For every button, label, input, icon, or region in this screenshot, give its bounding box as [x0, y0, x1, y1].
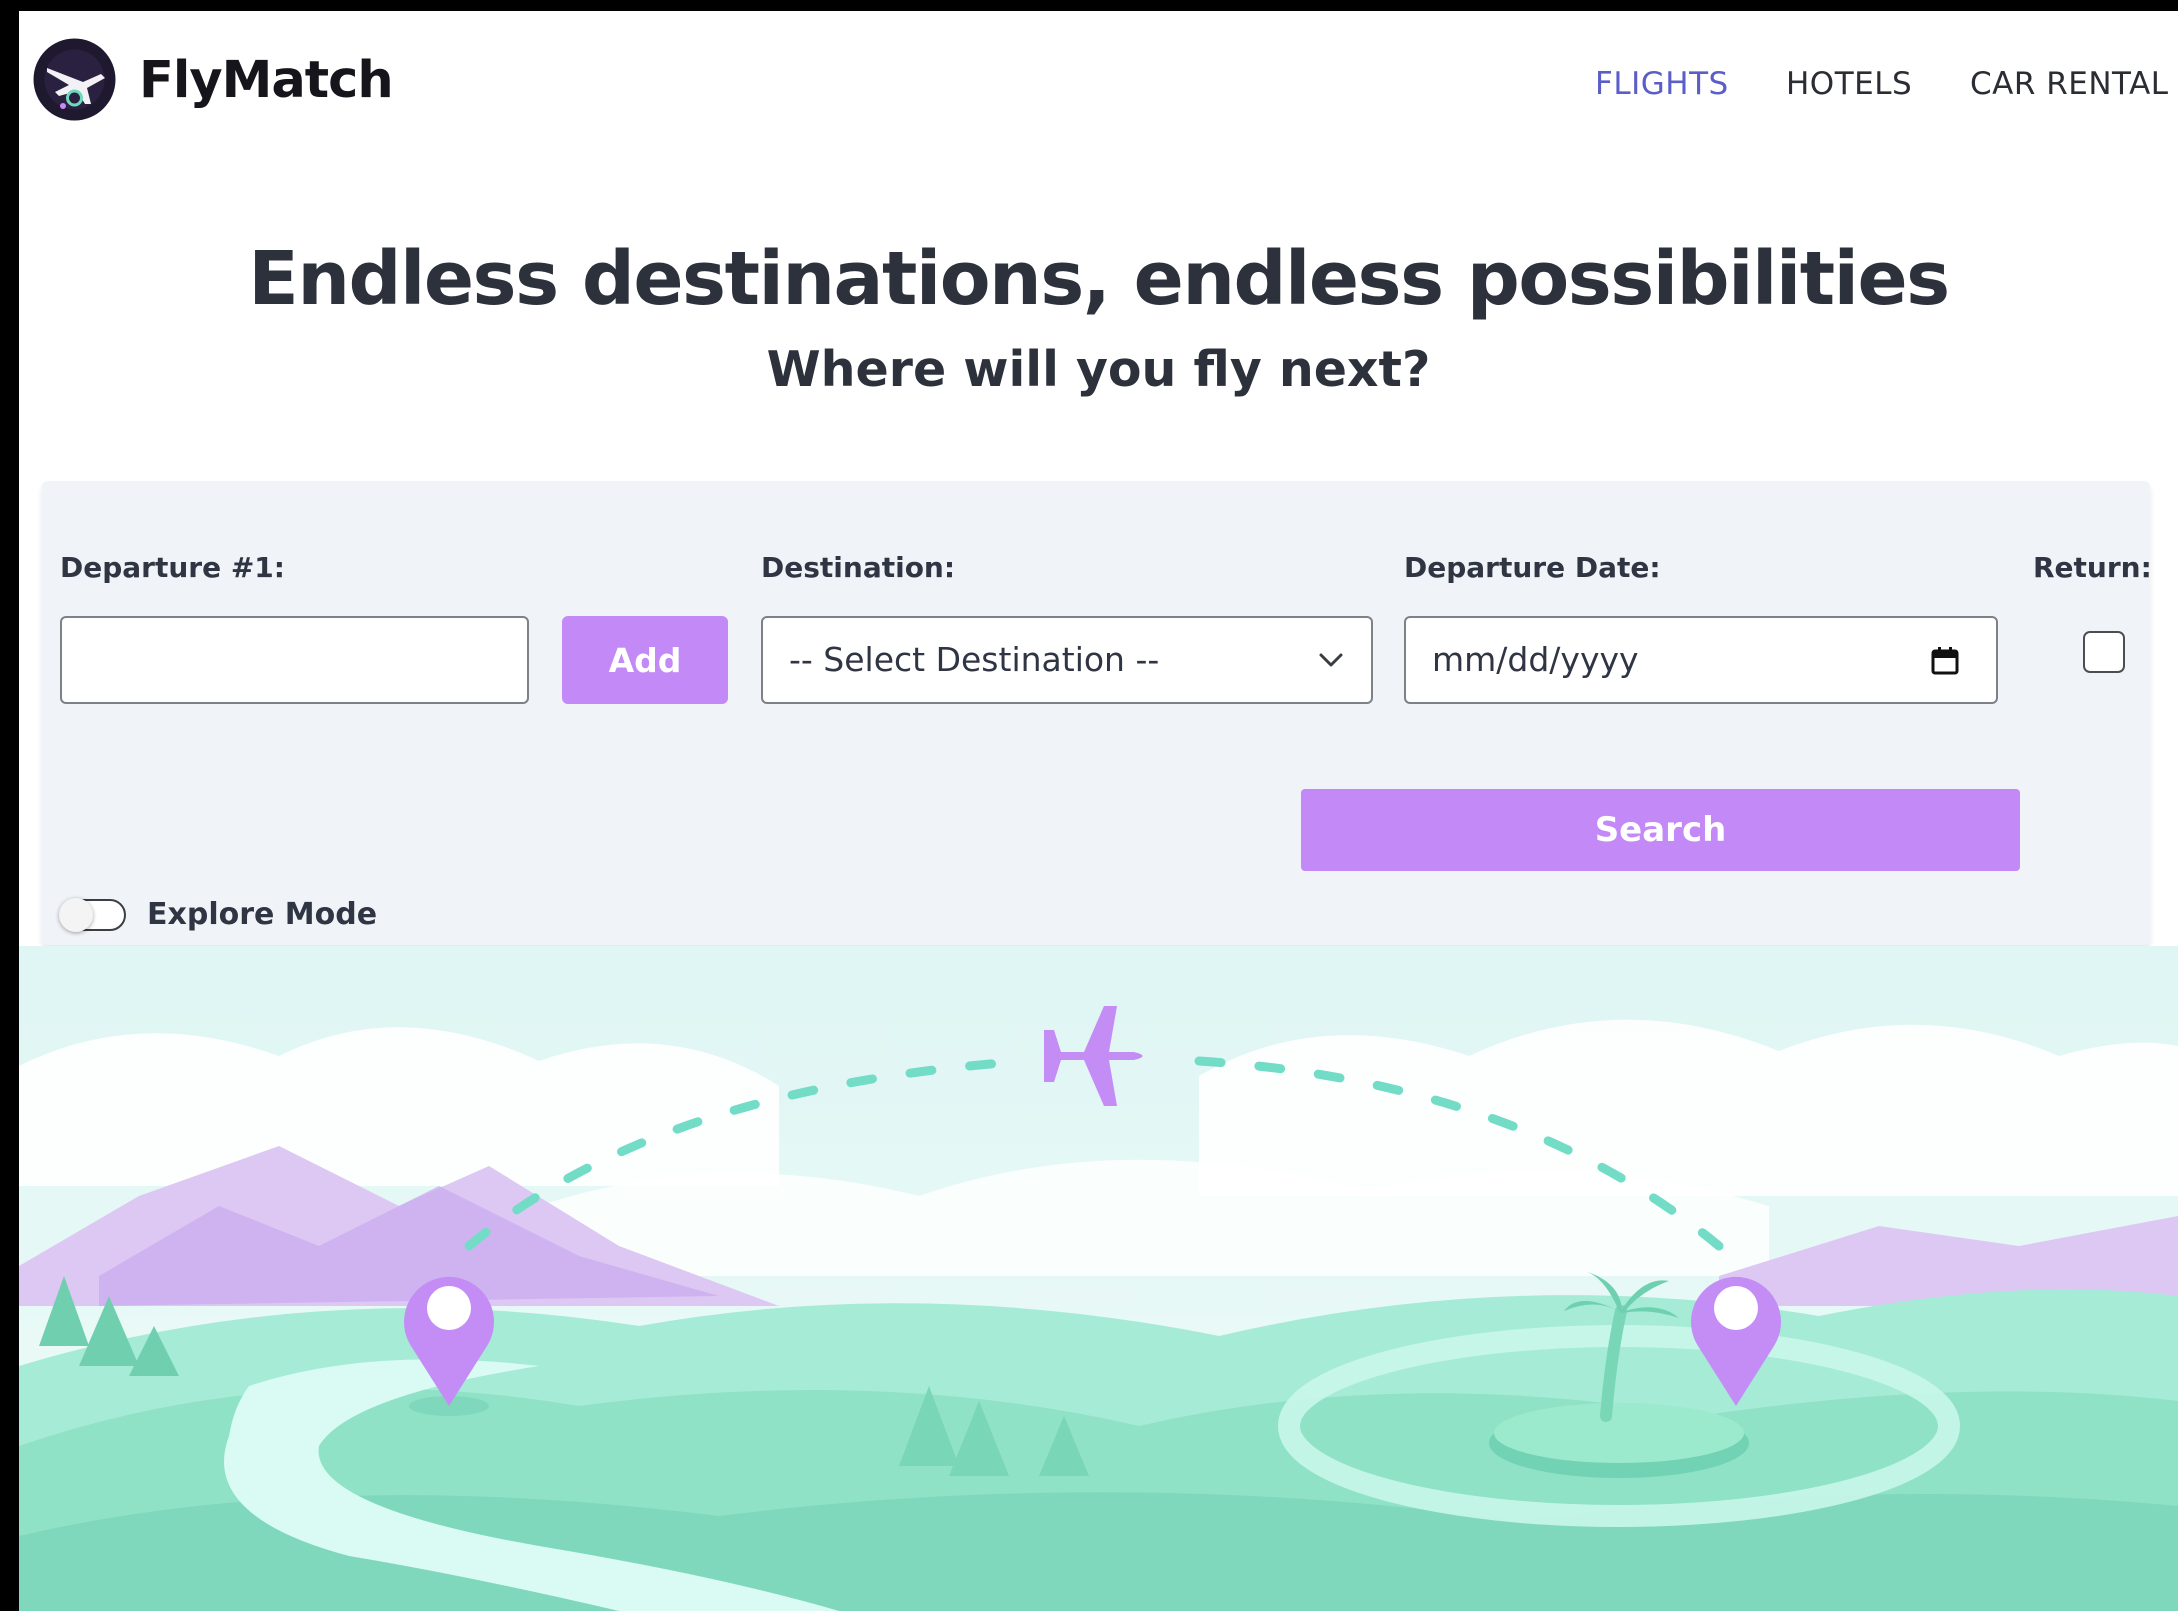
nav-hotels[interactable]: HOTELS: [1786, 66, 1912, 102]
nav-car-rental[interactable]: CAR RENTAL: [1970, 66, 2169, 102]
add-departure-button[interactable]: Add: [562, 616, 728, 704]
hero-subtitle: Where will you fly next?: [766, 341, 1431, 398]
page: FlyMatch FLIGHTS HOTELS CAR RENTAL Endle…: [19, 11, 2178, 1611]
departure-input[interactable]: [60, 616, 529, 704]
departure-label: Departure #1:: [60, 551, 285, 584]
date-placeholder: mm/dd/yyyy: [1432, 640, 1639, 679]
explore-mode-label: Explore Mode: [147, 897, 378, 932]
destination-select[interactable]: -- Select Destination --: [761, 616, 1373, 704]
airplane-logo-icon[interactable]: [33, 38, 116, 121]
nav-flights[interactable]: FLIGHTS: [1595, 66, 1729, 102]
explore-mode-toggle[interactable]: [59, 898, 126, 932]
return-label: Return:: [2033, 551, 2152, 584]
chevron-down-icon: [1319, 653, 1343, 667]
search-panel: Departure #1: Destination: Departure Dat…: [42, 481, 2152, 945]
departure-date-label: Departure Date:: [1404, 551, 1661, 584]
hero-title: Endless destinations, endless possibilit…: [248, 236, 1950, 322]
departure-date-input[interactable]: mm/dd/yyyy: [1404, 616, 1998, 704]
calendar-icon[interactable]: [1930, 646, 1960, 676]
toggle-knob: [59, 898, 93, 932]
brand-name[interactable]: FlyMatch: [139, 51, 394, 110]
search-button[interactable]: Search: [1301, 789, 2020, 871]
destination-label: Destination:: [761, 551, 956, 584]
travel-landscape-illustration: [19, 946, 2178, 1611]
destination-selected-value: -- Select Destination --: [789, 640, 1160, 679]
return-checkbox[interactable]: [2083, 631, 2125, 673]
